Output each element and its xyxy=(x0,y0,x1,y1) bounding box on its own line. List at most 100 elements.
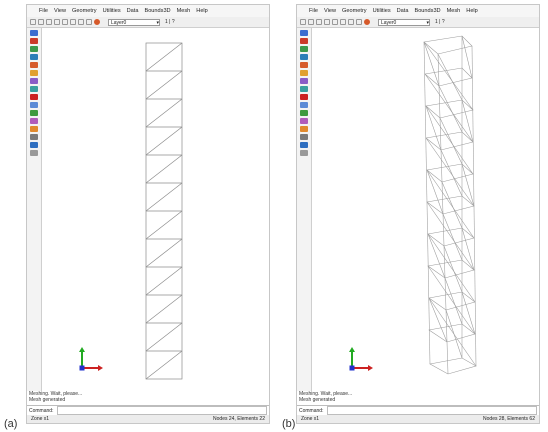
undo-icon[interactable] xyxy=(30,19,36,25)
rotate-icon[interactable] xyxy=(348,19,354,25)
boundary-tool-icon[interactable] xyxy=(300,110,308,116)
message-log: Meshing. Wait, please... Mesh generated xyxy=(29,391,267,405)
status-bar: Zone x1 Nodes 24, Elements 22 xyxy=(27,415,269,423)
graphics-viewport[interactable] xyxy=(42,28,269,391)
pan-icon[interactable] xyxy=(340,19,346,25)
menu-bounds3d[interactable]: Bounds3D xyxy=(414,5,440,17)
menu-view[interactable]: View xyxy=(54,5,66,17)
menu-utilities[interactable]: Utilities xyxy=(373,5,391,17)
mesh-tool-icon[interactable] xyxy=(300,102,308,108)
command-input[interactable] xyxy=(57,406,267,415)
undo-icon[interactable] xyxy=(300,19,306,25)
line-tool-icon[interactable] xyxy=(300,38,308,44)
window-a: File View Geometry Utilities Data Bounds… xyxy=(26,4,270,424)
zone-status: Zone x1 xyxy=(31,416,50,422)
zoom-out-icon[interactable] xyxy=(62,19,68,25)
toolbar-extra: 1 | ? xyxy=(165,19,175,25)
tool-palette xyxy=(297,28,312,391)
command-label: Command: xyxy=(299,407,324,414)
mesh-tool-icon[interactable] xyxy=(30,102,38,108)
menu-utilities[interactable]: Utilities xyxy=(103,5,121,17)
copy-tool-icon[interactable] xyxy=(30,86,38,92)
delete-tool-icon[interactable] xyxy=(30,94,38,100)
menu-geometry[interactable]: Geometry xyxy=(342,5,367,17)
zone-status: Zone x1 xyxy=(301,416,320,422)
zoom-icon[interactable] xyxy=(316,19,322,25)
command-label: Command: xyxy=(29,407,54,414)
load-tool-icon[interactable] xyxy=(30,126,38,132)
edit-tool-icon[interactable] xyxy=(300,70,308,76)
measure-tool-icon[interactable] xyxy=(300,134,308,140)
menu-mesh[interactable]: Mesh xyxy=(177,5,191,17)
rotate-icon[interactable] xyxy=(78,19,84,25)
layer-icon[interactable] xyxy=(94,19,100,25)
volume-tool-icon[interactable] xyxy=(30,62,38,68)
message-line: Mesh generated xyxy=(299,397,336,403)
copy-tool-icon[interactable] xyxy=(300,86,308,92)
edit-tool-icon[interactable] xyxy=(30,70,38,76)
material-tool-icon[interactable] xyxy=(30,118,38,124)
message-log: Meshing. Wait, please... Mesh generated xyxy=(299,391,537,405)
info-tool-icon[interactable] xyxy=(30,150,38,156)
move-tool-icon[interactable] xyxy=(30,78,38,84)
redo-icon[interactable] xyxy=(38,19,44,25)
menu-data[interactable]: Data xyxy=(397,5,409,17)
menu-mesh[interactable]: Mesh xyxy=(447,5,461,17)
load-tool-icon[interactable] xyxy=(300,126,308,132)
toolbar: Layer0 ▾ 1 | ? xyxy=(297,17,539,28)
zoom-icon[interactable] xyxy=(46,19,52,25)
menu-data[interactable]: Data xyxy=(127,5,139,17)
boundary-tool-icon[interactable] xyxy=(30,110,38,116)
point-tool-icon[interactable] xyxy=(30,30,38,36)
list-tool-icon[interactable] xyxy=(30,142,38,148)
window-b: File View Geometry Utilities Data Bounds… xyxy=(296,4,540,424)
mesh-3d xyxy=(349,35,477,375)
mesh-2d xyxy=(79,42,183,380)
menu-view[interactable]: View xyxy=(324,5,336,17)
move-tool-icon[interactable] xyxy=(300,78,308,84)
surface-tool-icon[interactable] xyxy=(300,54,308,60)
menu-bar: File View Geometry Utilities Data Bounds… xyxy=(27,5,269,17)
info-tool-icon[interactable] xyxy=(300,150,308,156)
menu-file[interactable]: File xyxy=(39,5,48,17)
zoom-in-icon[interactable] xyxy=(54,19,60,25)
counts-status: Nodes 24, Elements 22 xyxy=(213,416,265,422)
graphics-viewport[interactable] xyxy=(312,28,539,391)
toolbar-extra: 1 | ? xyxy=(435,19,445,25)
axis-triad-icon xyxy=(79,347,103,371)
counts-status: Nodes 28, Elements 62 xyxy=(483,416,535,422)
line-tool-icon[interactable] xyxy=(30,38,38,44)
tool-palette xyxy=(27,28,42,391)
delete-tool-icon[interactable] xyxy=(300,94,308,100)
arc-tool-icon[interactable] xyxy=(30,46,38,52)
layer-select[interactable]: Layer0 ▾ xyxy=(108,18,160,26)
command-bar: Command: xyxy=(27,405,269,415)
volume-tool-icon[interactable] xyxy=(300,62,308,68)
menu-bounds3d[interactable]: Bounds3D xyxy=(144,5,170,17)
measure-tool-icon[interactable] xyxy=(30,134,38,140)
status-bar: Zone x1 Nodes 28, Elements 62 xyxy=(297,415,539,423)
command-input[interactable] xyxy=(327,406,537,415)
panel-label-a: (a) xyxy=(4,418,18,430)
arc-tool-icon[interactable] xyxy=(300,46,308,52)
list-tool-icon[interactable] xyxy=(300,142,308,148)
layer-select[interactable]: Layer0 ▾ xyxy=(378,18,430,26)
menu-geometry[interactable]: Geometry xyxy=(72,5,97,17)
zoom-in-icon[interactable] xyxy=(324,19,330,25)
menu-help[interactable]: Help xyxy=(466,5,478,17)
toolbar: Layer0 ▾ 1 | ? xyxy=(27,17,269,28)
message-line: Mesh generated xyxy=(29,397,66,403)
menu-bar: File View Geometry Utilities Data Bounds… xyxy=(297,5,539,17)
menu-file[interactable]: File xyxy=(309,5,318,17)
surface-tool-icon[interactable] xyxy=(30,54,38,60)
render-icon[interactable] xyxy=(356,19,362,25)
render-icon[interactable] xyxy=(86,19,92,25)
panel-label-b: (b) xyxy=(282,418,296,430)
pan-icon[interactable] xyxy=(70,19,76,25)
redo-icon[interactable] xyxy=(308,19,314,25)
point-tool-icon[interactable] xyxy=(300,30,308,36)
layer-icon[interactable] xyxy=(364,19,370,25)
zoom-out-icon[interactable] xyxy=(332,19,338,25)
material-tool-icon[interactable] xyxy=(300,118,308,124)
menu-help[interactable]: Help xyxy=(196,5,208,17)
